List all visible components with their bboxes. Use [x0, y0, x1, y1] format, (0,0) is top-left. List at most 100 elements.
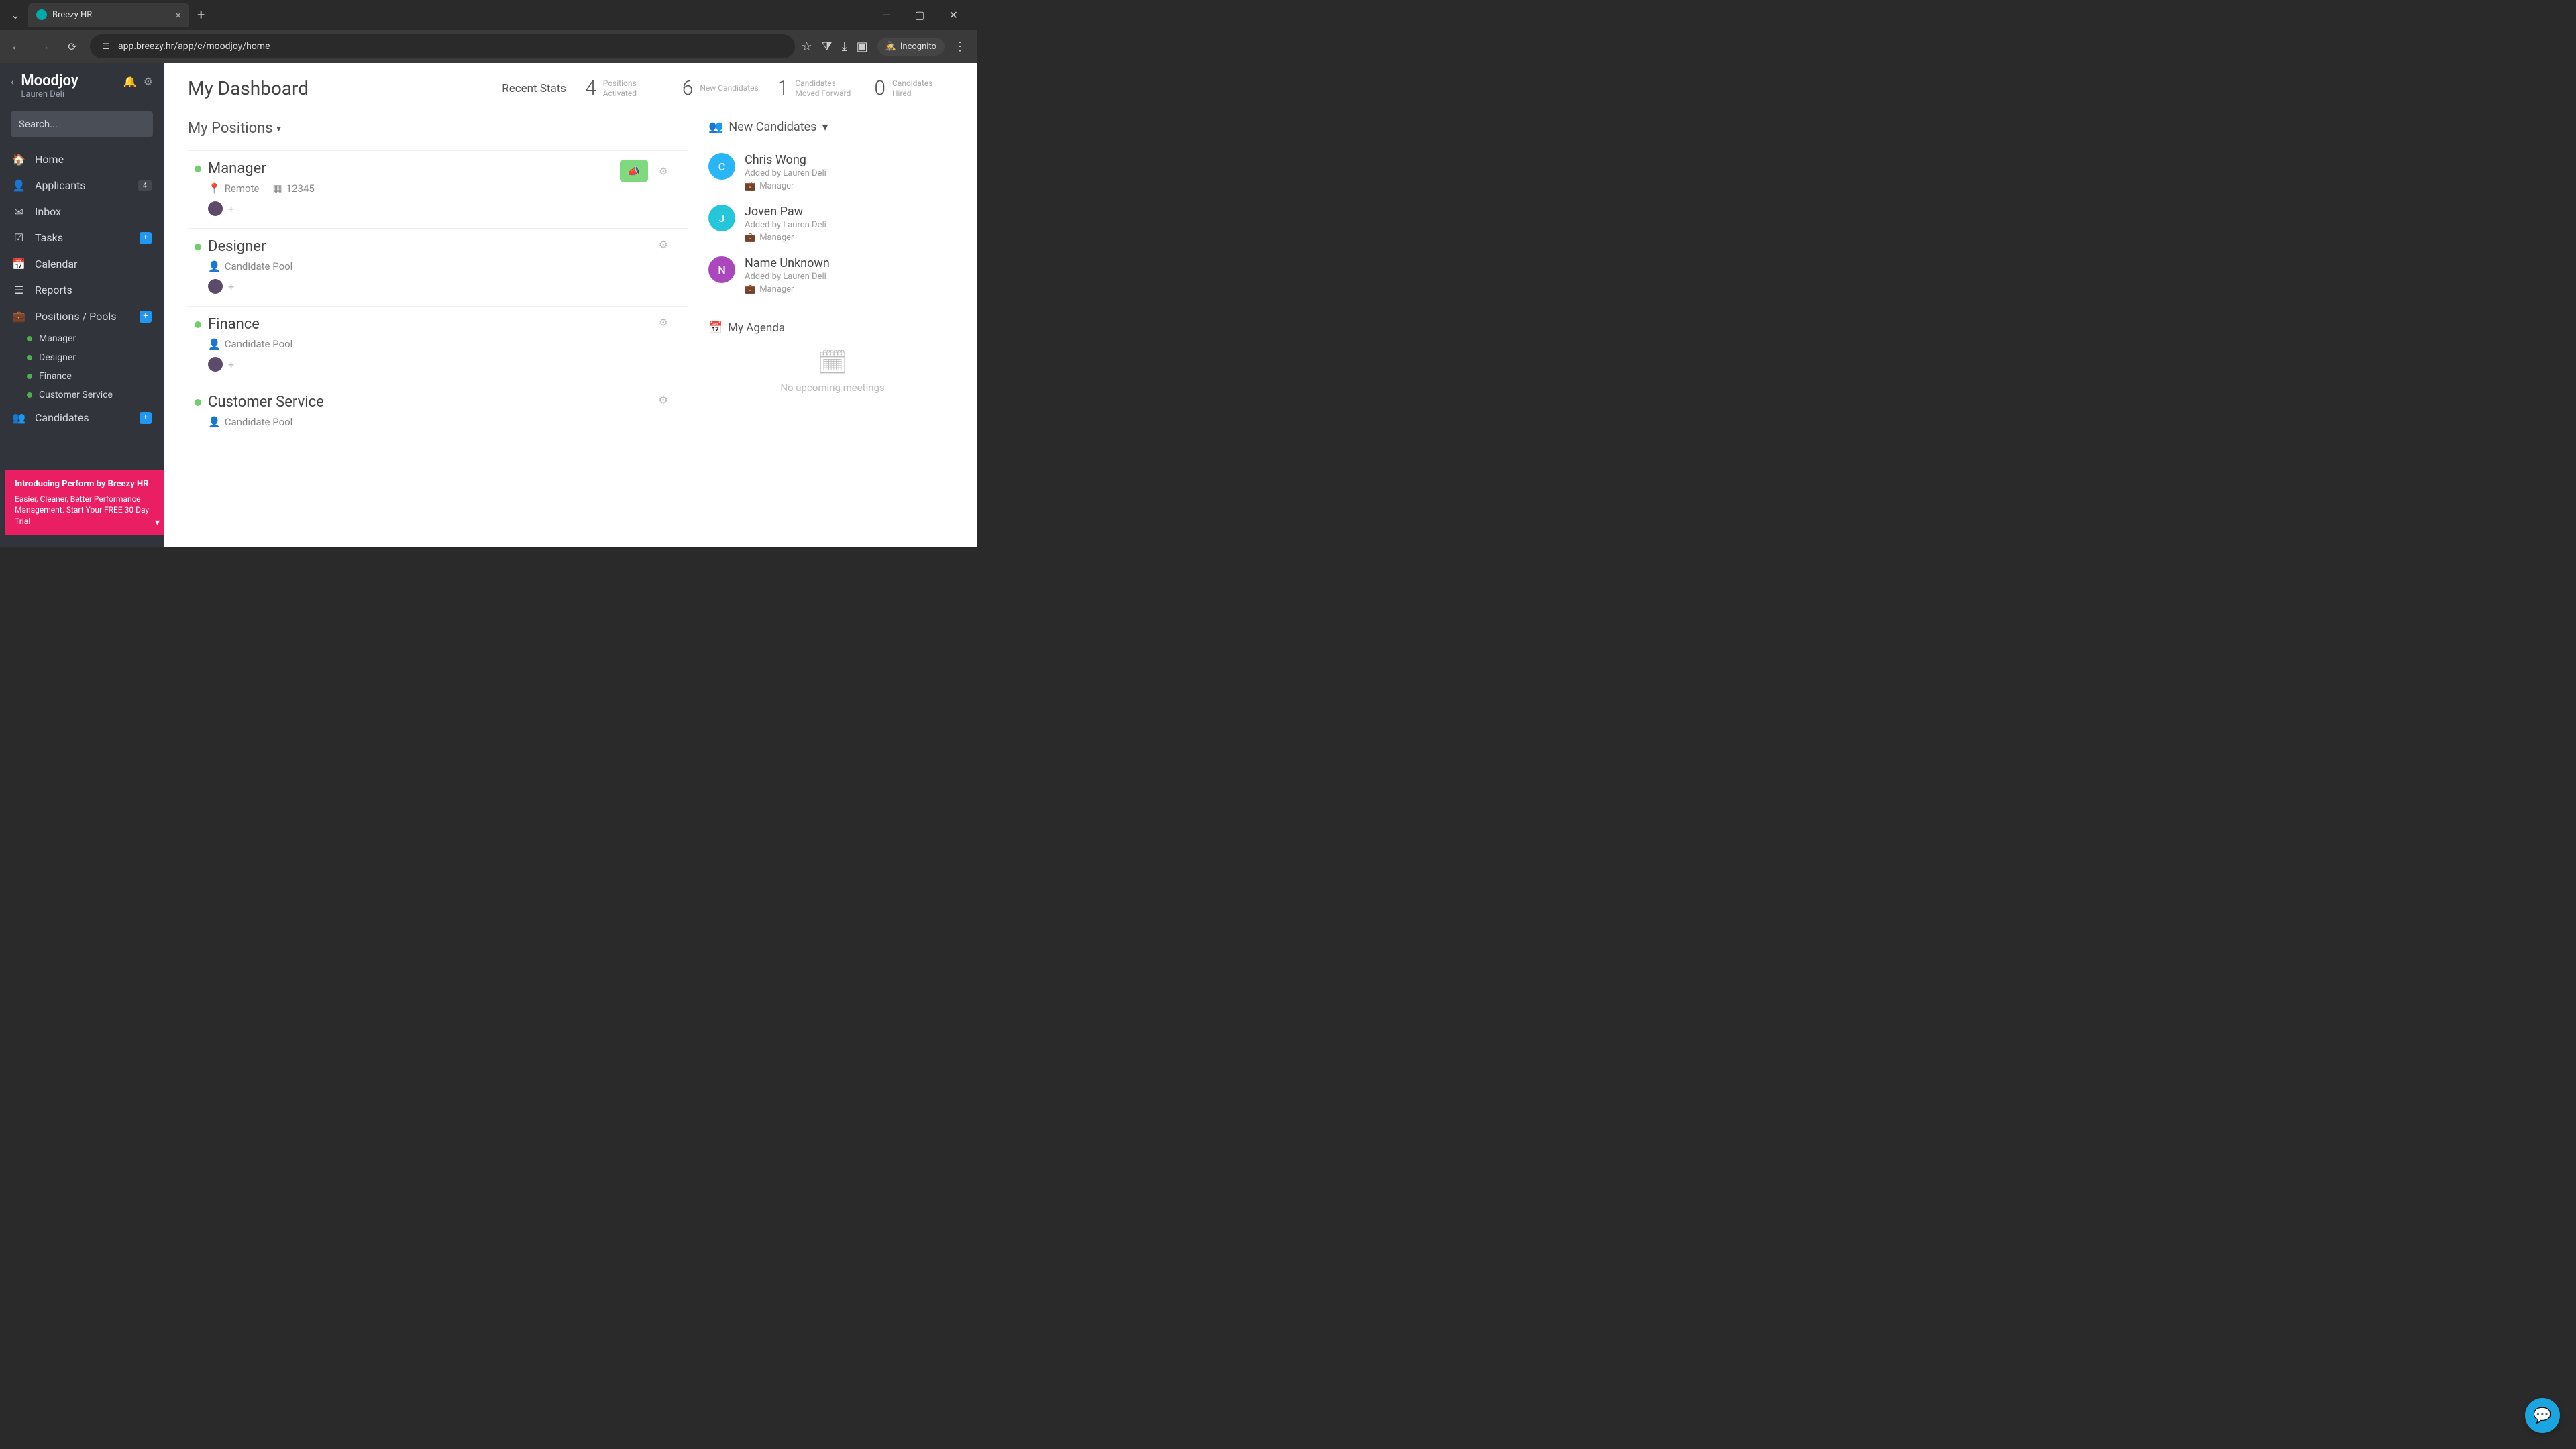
- tab-title: Breezy HR: [52, 10, 170, 20]
- pin-icon: 📍: [208, 182, 221, 195]
- position-card[interactable]: Manager 📣 ⚙ 📍 Remote: [188, 150, 688, 228]
- promote-button[interactable]: 📣: [620, 160, 648, 182]
- reader-icon[interactable]: ▣: [857, 40, 868, 54]
- reports-icon: ☰: [12, 284, 25, 297]
- candidate-item[interactable]: J Joven Paw Added by Lauren Deli 💼Manage…: [708, 198, 957, 250]
- candidate-info: Chris Wong Added by Lauren Deli 💼Manager: [745, 153, 957, 191]
- position-settings-icon[interactable]: ⚙: [659, 238, 668, 251]
- caret-down-icon: ▾: [822, 120, 828, 134]
- position-subitem[interactable]: Manager: [0, 329, 164, 348]
- add-member-button[interactable]: +: [228, 203, 234, 215]
- extensions-icon[interactable]: ⧩: [822, 40, 833, 54]
- bookmark-icon[interactable]: ☆: [802, 40, 812, 54]
- position-members: +: [208, 357, 682, 372]
- position-settings-icon[interactable]: ⚙: [659, 316, 668, 329]
- new-candidates-dropdown[interactable]: 👥 New Candidates ▾: [708, 120, 957, 134]
- position-subitem[interactable]: Designer: [0, 348, 164, 367]
- status-dot-icon: [195, 166, 201, 172]
- dashboard-body: My Positions ▾ Manager 📣 ⚙: [164, 107, 977, 547]
- sidebar-item-positions[interactable]: 💼 Positions / Pools +: [0, 303, 164, 329]
- sidebar-item-inbox[interactable]: ✉ Inbox: [0, 199, 164, 225]
- downloads-icon[interactable]: ⤓: [842, 40, 847, 54]
- company-block[interactable]: Moodjoy Lauren Deli: [21, 72, 123, 99]
- stat-value: 4: [585, 76, 596, 100]
- collapse-sidebar-icon[interactable]: ‹: [11, 75, 14, 89]
- add-member-button[interactable]: +: [228, 280, 234, 293]
- candidate-position: 💼Manager: [745, 284, 957, 294]
- add-task-button[interactable]: +: [140, 232, 152, 244]
- position-settings-icon[interactable]: ⚙: [659, 165, 668, 178]
- position-sublabel: Finance: [39, 371, 72, 382]
- stat-label: Candidates Moved Forward: [795, 78, 855, 98]
- pool-text: Candidate Pool: [225, 338, 293, 350]
- position-settings-icon[interactable]: ⚙: [659, 394, 668, 407]
- promo-banner[interactable]: Introducing Perform by Breezy HR Easier,…: [5, 470, 164, 535]
- settings-gear-icon[interactable]: ⚙: [144, 75, 153, 88]
- close-window-button[interactable]: ✕: [944, 6, 963, 24]
- promo-body: Easier, Cleaner, Better Performance Mana…: [15, 494, 154, 527]
- position-subitem[interactable]: Customer Service: [0, 386, 164, 405]
- position-location: 📍 Remote: [208, 182, 259, 195]
- candidate-name: Joven Paw: [745, 205, 957, 219]
- new-tab-button[interactable]: +: [192, 7, 210, 23]
- position-card[interactable]: Customer Service ⚙ 👤 Candidate Pool: [188, 384, 688, 440]
- sidebar: ‹ Moodjoy Lauren Deli 🔔 ⚙ 🏠 Home 👤 Appli…: [0, 63, 164, 547]
- stats-label: Recent Stats: [502, 82, 566, 95]
- candidate-name: Name Unknown: [745, 256, 957, 270]
- position-members: +: [208, 279, 682, 294]
- sidebar-item-label: Calendar: [35, 258, 152, 270]
- positions-dropdown[interactable]: My Positions ▾: [188, 120, 688, 137]
- sidebar-item-tasks[interactable]: ☑ Tasks +: [0, 225, 164, 251]
- address-bar[interactable]: ☰ app.breezy.hr/app/c/moodjoy/home: [90, 34, 795, 58]
- avatar[interactable]: [208, 201, 223, 216]
- add-member-button[interactable]: +: [228, 358, 234, 371]
- status-dot-icon: [27, 336, 32, 341]
- close-tab-icon[interactable]: ×: [175, 9, 181, 21]
- incognito-icon: 🕵: [885, 42, 896, 52]
- status-dot-icon: [27, 374, 32, 379]
- search-input[interactable]: [11, 111, 153, 137]
- candidate-item[interactable]: N Name Unknown Added by Lauren Deli 💼Man…: [708, 250, 957, 301]
- candidate-item[interactable]: C Chris Wong Added by Lauren Deli 💼Manag…: [708, 146, 957, 198]
- chevron-down-icon[interactable]: ▾: [155, 517, 160, 530]
- position-card[interactable]: Finance ⚙ 👤 Candidate Pool +: [188, 306, 688, 384]
- sidebar-item-candidates[interactable]: 👥 Candidates +: [0, 405, 164, 431]
- position-card[interactable]: Designer ⚙ 👤 Candidate Pool +: [188, 228, 688, 306]
- sidebar-item-applicants[interactable]: 👤 Applicants 4: [0, 172, 164, 199]
- tabs-dropdown-icon[interactable]: ⌄: [5, 5, 25, 25]
- position-title: Designer: [208, 238, 266, 255]
- back-button[interactable]: ←: [5, 36, 27, 57]
- forward-button[interactable]: →: [34, 36, 55, 57]
- candidate-info: Name Unknown Added by Lauren Deli 💼Manag…: [745, 256, 957, 294]
- reload-button[interactable]: ⟳: [62, 36, 83, 57]
- browser-menu-icon[interactable]: ⋮: [954, 40, 966, 54]
- sidebar-item-reports[interactable]: ☰ Reports: [0, 277, 164, 303]
- person-circle-icon: 👤: [208, 338, 221, 350]
- stat-label: New Candidates: [700, 83, 758, 93]
- promo-title: Introducing Perform by Breezy HR: [15, 478, 154, 490]
- position-subitem[interactable]: Finance: [0, 367, 164, 386]
- intercom-chat-button[interactable]: 💬: [2525, 1398, 2560, 1433]
- position-pool: 👤 Candidate Pool: [208, 260, 292, 272]
- group-icon: 👥: [12, 411, 25, 424]
- home-icon: 🏠: [12, 153, 25, 166]
- sidebar-item-calendar[interactable]: 📅 Calendar: [0, 251, 164, 277]
- position-header: Manager: [195, 160, 682, 177]
- position-meta: 👤 Candidate Pool: [208, 416, 682, 428]
- candidate-added-by: Added by Lauren Deli: [745, 272, 957, 282]
- sidebar-header-icons: 🔔 ⚙: [123, 75, 153, 88]
- avatar[interactable]: [208, 357, 223, 372]
- minimize-button[interactable]: —: [877, 6, 896, 24]
- add-position-button[interactable]: +: [140, 311, 152, 323]
- site-info-icon[interactable]: ☰: [99, 40, 113, 53]
- add-candidate-button[interactable]: +: [140, 412, 152, 424]
- sidebar-item-home[interactable]: 🏠 Home: [0, 146, 164, 172]
- notifications-icon[interactable]: 🔔: [123, 75, 137, 88]
- avatar[interactable]: [208, 279, 223, 294]
- browser-tab[interactable]: Breezy HR ×: [28, 3, 189, 27]
- maximize-button[interactable]: ▢: [909, 6, 930, 24]
- incognito-badge[interactable]: 🕵 Incognito: [877, 38, 945, 56]
- company-name: Moodjoy: [21, 72, 123, 89]
- browser-chrome: ⌄ Breezy HR × + — ▢ ✕ ← → ⟳ ☰ app.breezy…: [0, 0, 977, 63]
- sidebar-item-label: Applicants: [35, 179, 129, 192]
